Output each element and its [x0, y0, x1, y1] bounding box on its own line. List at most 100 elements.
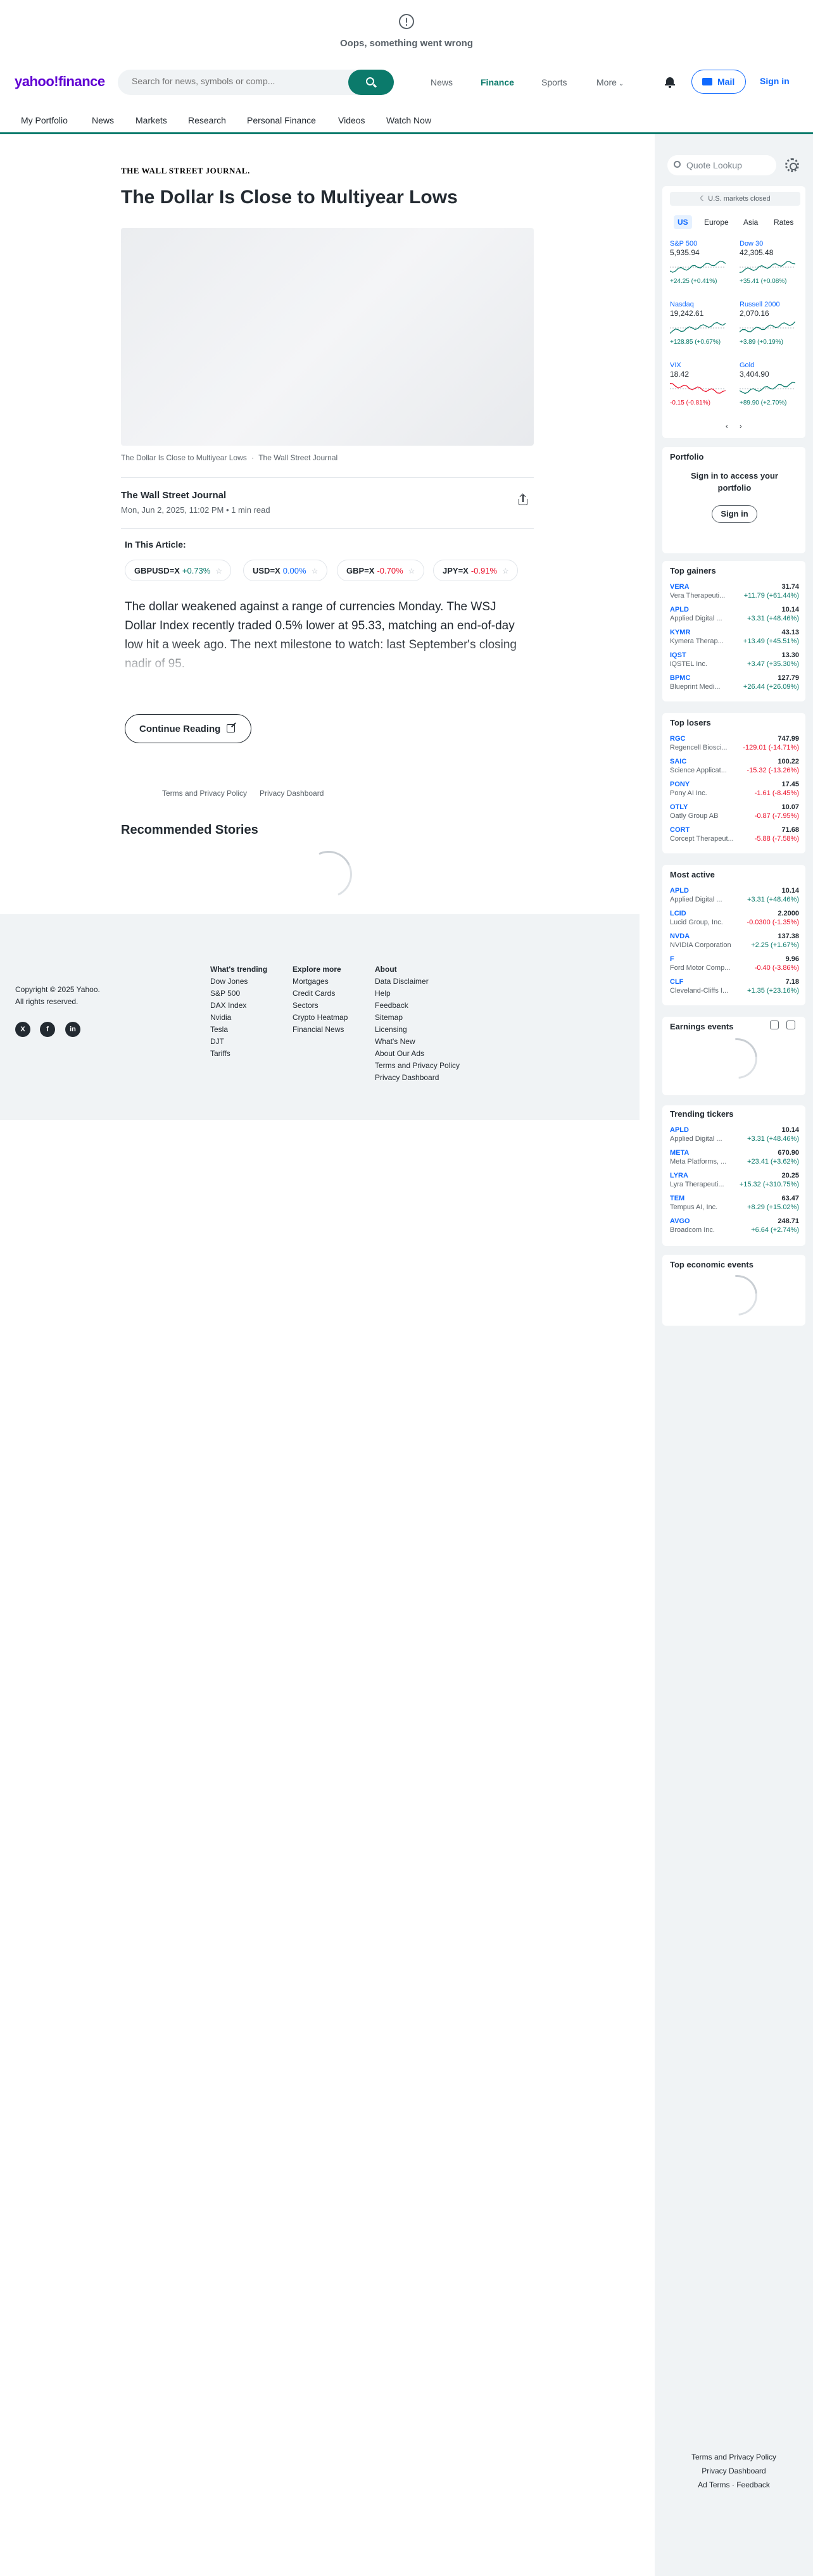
subnav-markets[interactable]: Markets — [136, 115, 167, 125]
footer-link[interactable]: Financial News — [293, 1024, 348, 1036]
share-icon[interactable] — [518, 495, 528, 505]
subnav-my-portfolio[interactable]: My Portfolio — [21, 115, 68, 125]
bell-icon[interactable] — [665, 77, 675, 88]
list-item[interactable]: LYRA Lyra Therapeuti... 20.25 +15.32 (+310.… — [670, 1171, 799, 1190]
yahoo-finance-logo[interactable]: yahoo!finance — [15, 73, 105, 90]
price: 2.2000 — [778, 910, 799, 917]
ticker-pill[interactable]: GBP=X -0.70% ☆ — [337, 560, 424, 581]
quote-lookup[interactable]: Quote Lookup — [667, 155, 776, 175]
footer-link[interactable]: Tesla — [210, 1024, 267, 1036]
list-item[interactable]: NVDA NVIDIA Corporation 137.38 +2.25 (+1.67… — [670, 932, 799, 951]
footer-link[interactable]: Mortgages — [293, 976, 348, 988]
feedback-link[interactable]: Feedback — [736, 2480, 770, 2489]
footer-link[interactable]: Data Disclaimer — [375, 976, 460, 988]
list-item[interactable]: APLD Applied Digital ... 10.14 +3.31 (+48.4… — [670, 886, 799, 905]
ticker-symbol: VERA — [670, 583, 690, 591]
ad-terms-link[interactable]: Ad Terms — [698, 2480, 729, 2489]
footer-link[interactable]: Sectors — [293, 1000, 348, 1012]
list-item[interactable]: F Ford Motor Comp... 9.96 -0.40 (-3.86%) — [670, 955, 799, 974]
gear-icon[interactable] — [785, 158, 799, 172]
star-icon[interactable]: ☆ — [312, 567, 318, 575]
list-item[interactable]: RGC Regencell Biosci... 747.99 -129.01 (-14… — [670, 734, 799, 753]
nav-sports[interactable]: Sports — [541, 77, 567, 87]
nav-news[interactable]: News — [431, 77, 453, 87]
subnav-news[interactable]: News — [92, 115, 114, 125]
footer-link[interactable]: Crypto Heatmap — [293, 1012, 348, 1024]
tab-rates[interactable]: Rates — [770, 215, 797, 229]
list-item[interactable]: CORT Corcept Therapeut... 71.68 -5.88 (-7.5… — [670, 826, 799, 845]
market-quote[interactable]: VIX 18.42 -0.15 (-0.81%) — [670, 361, 731, 408]
list-item[interactable]: PONY Pony AI Inc. 17.45 -1.61 (-8.45%) — [670, 780, 799, 799]
list-item[interactable]: LCID Lucid Group, Inc. 2.2000 -0.0300 (-1.3… — [670, 909, 799, 928]
x-icon[interactable]: X — [15, 1022, 30, 1037]
market-quote[interactable]: Russell 2000 2,070.16 +3.89 (+0.19%) — [740, 300, 800, 347]
carousel-next[interactable]: › — [740, 423, 742, 430]
footer-link[interactable]: S&P 500 — [210, 988, 267, 1000]
market-quote[interactable]: S&P 500 5,935.94 +24.25 (+0.41%) — [670, 239, 731, 286]
star-icon[interactable]: ☆ — [408, 567, 415, 575]
star-icon[interactable]: ☆ — [215, 567, 222, 575]
continue-reading-button[interactable]: Continue Reading — [125, 714, 251, 743]
ticker-pill[interactable]: GBPUSD=X +0.73% ☆ — [125, 560, 232, 581]
nav-more[interactable]: More ⌄ — [596, 77, 624, 87]
tab-asia[interactable]: Asia — [740, 215, 762, 229]
facebook-icon[interactable]: f — [40, 1022, 55, 1037]
price: 10.14 — [781, 1126, 799, 1134]
ticker-symbol: APLD — [670, 606, 689, 613]
subnav-research[interactable]: Research — [188, 115, 226, 125]
search-button[interactable] — [348, 70, 394, 95]
portfolio-signin-button[interactable]: Sign in — [712, 505, 757, 523]
ticker-pill[interactable]: JPY=X -0.91% ☆ — [433, 560, 519, 581]
ticker-pill[interactable]: USD=X 0.00% ☆ — [243, 560, 327, 581]
market-quote[interactable]: Nasdaq 19,242.61 +128.85 (+0.67%) — [670, 300, 731, 347]
rail-privacy-link[interactable]: Privacy Dashboard — [655, 2466, 813, 2475]
list-item[interactable]: OTLY Oatly Group AB 10.07 -0.87 (-7.95%) — [670, 803, 799, 822]
market-quote[interactable]: Gold 3,404.90 +89.90 (+2.70%) — [740, 361, 800, 408]
list-item[interactable]: META Meta Platforms, ... 670.90 +23.41 (+3.… — [670, 1148, 799, 1167]
footer-link[interactable]: Nvidia — [210, 1012, 267, 1024]
list-item[interactable]: SAIC Science Applicat... 100.22 -15.32 (-13… — [670, 757, 799, 776]
footer-link[interactable]: About Our Ads — [375, 1048, 460, 1060]
footer-link[interactable]: Sitemap — [375, 1012, 460, 1024]
market-quote[interactable]: Dow 30 42,305.48 +35.41 (+0.08%) — [740, 239, 800, 286]
footer-link[interactable]: Feedback — [375, 1000, 460, 1012]
signin-link[interactable]: Sign in — [760, 76, 790, 86]
linkedin-icon[interactable]: in — [65, 1022, 80, 1037]
footer-link[interactable]: Terms and Privacy Policy — [375, 1060, 460, 1072]
footer-link[interactable]: Licensing — [375, 1024, 460, 1036]
carousel-prev[interactable]: ‹ — [726, 423, 728, 430]
list-item[interactable]: TEM Tempus AI, Inc. 63.47 +8.29 (+15.02%) — [670, 1194, 799, 1213]
tab-europe[interactable]: Europe — [700, 215, 733, 229]
subnav-watch-now[interactable]: Watch Now — [386, 115, 431, 125]
chart-icon[interactable] — [786, 1021, 795, 1029]
footer-link[interactable]: Privacy Dashboard — [375, 1072, 460, 1084]
terms-link[interactable]: Terms and Privacy Policy — [162, 789, 247, 798]
footer-link[interactable]: Dow Jones — [210, 976, 267, 988]
mail-button[interactable]: Mail — [691, 70, 746, 94]
list-item[interactable]: IQST iQSTEL Inc. 13.30 +3.47 (+35.30%) — [670, 651, 799, 670]
star-icon[interactable]: ☆ — [502, 567, 509, 575]
list-item[interactable]: CLF Cleveland-Cliffs I... 7.18 +1.35 (+23.1… — [670, 977, 799, 996]
nav-finance[interactable]: Finance — [481, 77, 514, 87]
subnav-personal-finance[interactable]: Personal Finance — [247, 115, 316, 125]
list-item[interactable]: KYMR Kymera Therap... 43.13 +13.49 (+45.51%… — [670, 628, 799, 647]
subnav-videos[interactable]: Videos — [338, 115, 365, 125]
list-item[interactable]: VERA Vera Therapeuti... 31.74 +11.79 (+61.4… — [670, 582, 799, 601]
footer-link[interactable]: DJT — [210, 1036, 267, 1048]
footer-link[interactable]: Credit Cards — [293, 988, 348, 1000]
list-item[interactable]: APLD Applied Digital ... 10.14 +3.31 (+48.4… — [670, 605, 799, 624]
price-change: +3.47 (+35.30%) — [747, 660, 799, 668]
privacy-dashboard-link[interactable]: Privacy Dashboard — [260, 789, 324, 798]
list-item[interactable]: BPMC Blueprint Medi... 127.79 +26.44 (+26.0… — [670, 674, 799, 693]
tab-us[interactable]: US — [674, 215, 692, 229]
list-item[interactable]: AVGO Broadcom Inc. 248.71 +6.64 (+2.74%) — [670, 1217, 799, 1236]
footer-link[interactable]: Help — [375, 988, 460, 1000]
download-icon[interactable] — [770, 1021, 779, 1029]
byline-source[interactable]: The Wall Street Journal — [121, 490, 226, 501]
search-input[interactable] — [132, 76, 341, 86]
footer-link[interactable]: What's New — [375, 1036, 460, 1048]
list-item[interactable]: APLD Applied Digital ... 10.14 +3.31 (+48.4… — [670, 1126, 799, 1145]
footer-link[interactable]: Tariffs — [210, 1048, 267, 1060]
rail-terms-link[interactable]: Terms and Privacy Policy — [655, 2453, 813, 2461]
footer-link[interactable]: DAX Index — [210, 1000, 267, 1012]
